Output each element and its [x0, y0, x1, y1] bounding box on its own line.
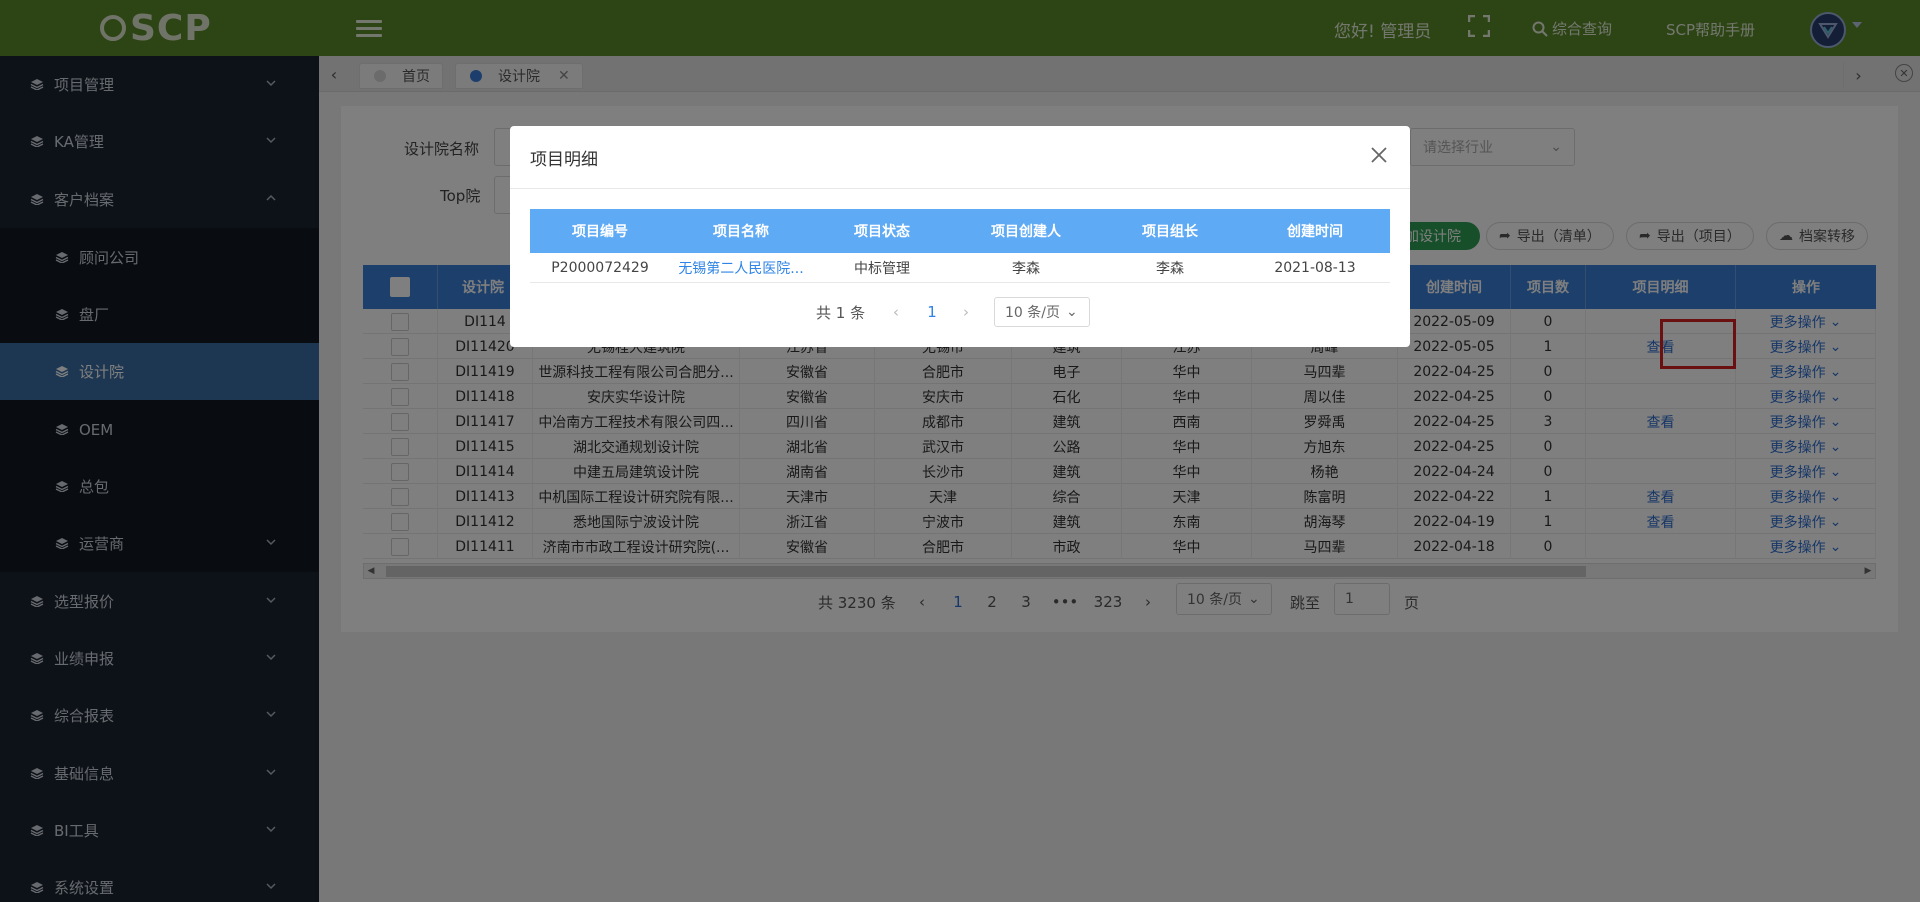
modal-title: 项目明细 — [530, 150, 598, 170]
col-status-header: 项目状态 — [854, 224, 910, 240]
modal-page-size-label: 10 条/页 — [1005, 305, 1060, 321]
project-created-date: 2021-08-13 — [1274, 260, 1356, 276]
modal-total: 共 1 条 — [816, 303, 866, 322]
close-icon[interactable] — [1370, 146, 1388, 164]
col-creator-header: 项目创建人 — [991, 224, 1061, 240]
col-leader-header: 项目组长 — [1142, 224, 1198, 240]
col-name-header: 项目名称 — [713, 224, 769, 240]
col-created-header: 创建时间 — [1287, 224, 1343, 240]
project-code: P2000072429 — [551, 260, 649, 276]
project-leader: 李森 — [1156, 261, 1184, 277]
project-status: 中标管理 — [854, 261, 910, 277]
modal-divider — [510, 188, 1410, 189]
project-name-link[interactable]: 无锡第二人民医院... — [670, 253, 812, 283]
modal-prev-icon[interactable]: ‹ — [886, 297, 906, 327]
modal-next-icon[interactable]: › — [956, 297, 976, 327]
project-detail-modal: 项目明细 项目编号 项目名称 项目状态 项目创建人 项目组长 创建时间 P200… — [510, 126, 1410, 347]
modal-page-1[interactable]: 1 — [922, 297, 942, 327]
col-code-header: 项目编号 — [572, 224, 628, 240]
chevron-down-icon: ⌄ — [1065, 304, 1078, 320]
modal-table-header: 项目编号 项目名称 项目状态 项目创建人 项目组长 创建时间 — [530, 209, 1390, 253]
table-row: P2000072429 无锡第二人民医院... 中标管理 李森 李森 2021-… — [530, 253, 1390, 283]
project-creator: 李森 — [1012, 261, 1040, 277]
modal-page-size-select[interactable]: 10 条/页 ⌄ — [994, 297, 1090, 327]
